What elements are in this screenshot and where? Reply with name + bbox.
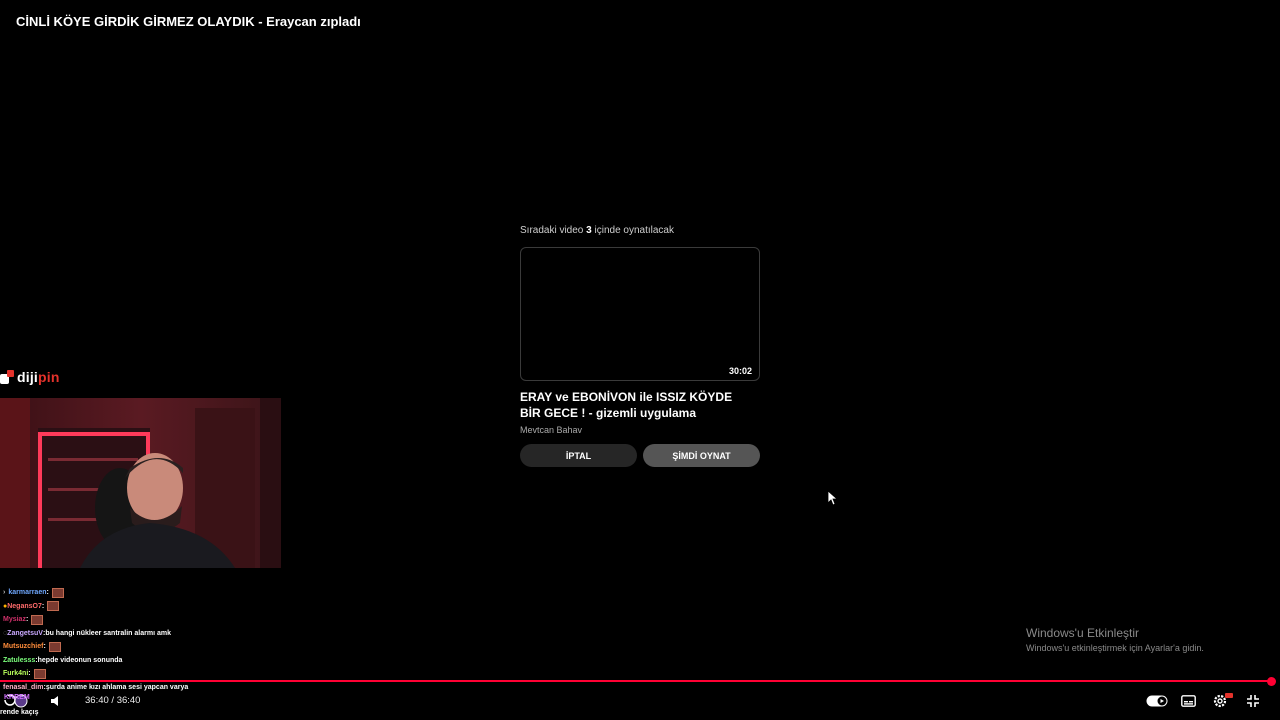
video-duration: 30:02 — [726, 365, 754, 377]
chat-username: karmarraen — [8, 589, 47, 596]
settings-gear-icon[interactable] — [1212, 692, 1234, 708]
webcam-feed — [0, 398, 281, 568]
webcam-image — [0, 398, 281, 568]
countdown: 3 — [586, 225, 592, 236]
play-now-button[interactable]: ŞİMDİ OYNAT — [643, 444, 760, 467]
chat-username: Mutsuzchief — [3, 643, 44, 650]
chat-username: NegansO7 — [7, 602, 42, 610]
up-next-card: Sıradaki video 3 içinde oynatılacak 30:0… — [520, 222, 760, 467]
chat-message: Mysiaz : — [0, 613, 300, 627]
emote-icon — [47, 601, 60, 612]
dijipin-logo: dijipin — [0, 369, 60, 385]
emote-icon — [48, 641, 61, 652]
chat-text: bu hangi nükleer santralin alarmı amk — [45, 629, 171, 637]
chat-message: ◌ ZangetsuV : bu hangi nükleer santralin… — [0, 627, 300, 641]
chat-username: ZangetsuV — [7, 629, 43, 637]
player-controls: 36:40 / 36:40 — [0, 688, 1280, 720]
video-title[interactable]: CİNLİ KÖYE GİRDİK GİRMEZ OLAYDIK - Erayc… — [16, 14, 361, 29]
chat-message: Mutsuzchief : — [0, 640, 300, 654]
up-next-label: Sıradaki video 3 içinde oynatılacak — [520, 225, 674, 236]
exit-fullscreen-icon[interactable] — [1246, 694, 1260, 708]
chevron-right-icon: › — [3, 589, 6, 596]
up-next-thumbnail[interactable]: 30:02 — [520, 247, 760, 381]
windows-activation-watermark: Windows'u Etkinleştir Windows'u etkinleş… — [1026, 626, 1204, 653]
chat-message: ● NegansO7 : — [0, 600, 300, 614]
chat-username: Mysiaz — [3, 616, 26, 623]
dijipin-logo-icon — [0, 370, 14, 384]
volume-icon[interactable] — [50, 695, 64, 707]
chat-message: Zatulesss : hepde videonun sonunda — [0, 654, 300, 668]
subtitles-icon[interactable] — [1181, 695, 1196, 707]
chat-message: Furk4ni : — [0, 667, 300, 681]
chat-bottom-username: KRREM — [4, 694, 30, 701]
chat-username: Furk4ni — [3, 670, 29, 677]
emote-icon — [51, 587, 64, 598]
up-next-title[interactable]: ERAY ve EBONİVON ile ISSIZ KÖYDE BİR GEC… — [520, 389, 750, 421]
time-display: 36:40 / 36:40 — [85, 695, 141, 706]
up-next-channel[interactable]: Mevtcan Bahav — [520, 425, 760, 435]
autoplay-toggle-icon[interactable] — [1146, 695, 1168, 707]
progress-scrubber[interactable] — [1267, 677, 1276, 686]
chat-username: Zatulesss — [3, 656, 36, 664]
emote-icon — [33, 668, 46, 679]
progress-bar[interactable] — [0, 680, 1272, 682]
cancel-button[interactable]: İPTAL — [520, 444, 637, 467]
mouse-cursor-icon — [828, 491, 838, 506]
chat-text: hepde videonun sonunda — [37, 656, 123, 664]
emote-icon — [31, 614, 44, 625]
chat-message: › karmarraen : — [0, 586, 300, 600]
chat-bottom-message: rende kaçış — [0, 709, 39, 716]
chat-overlay: › karmarraen : ● NegansO7 : Mysiaz : ◌ Za… — [0, 586, 300, 694]
